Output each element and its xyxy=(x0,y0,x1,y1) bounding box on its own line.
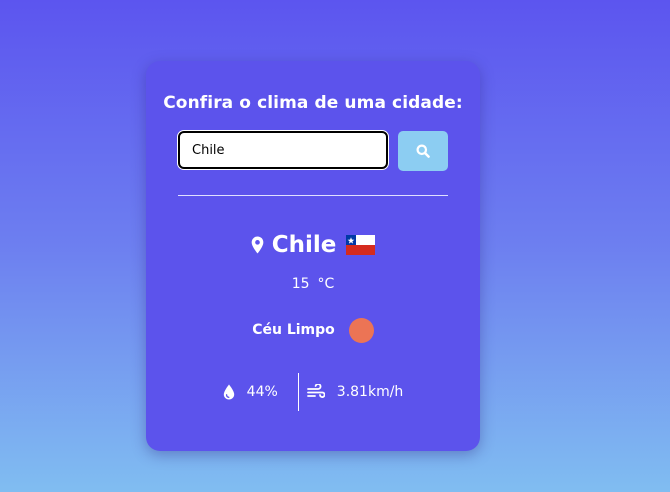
humidity: 44% xyxy=(223,384,278,400)
search-icon xyxy=(416,144,430,158)
location-pin-icon xyxy=(251,236,264,254)
city-name: Chile xyxy=(271,232,337,258)
details-row: 44% 3.81km/h xyxy=(146,373,480,411)
weather-card: Confira o clima de uma cidade: Chile 15 °… xyxy=(146,61,480,451)
city-row: Chile xyxy=(146,229,480,261)
water-drop-icon xyxy=(223,384,234,400)
weather-description: Céu Limpo xyxy=(252,322,335,338)
search-button[interactable] xyxy=(398,131,448,171)
description-row: Céu Limpo xyxy=(146,317,480,343)
sun-icon xyxy=(348,317,374,343)
wind: 3.81km/h xyxy=(306,384,404,400)
wind-value: 3.81km/h xyxy=(336,384,404,400)
temperature: 15 °C xyxy=(146,276,480,292)
card-title: Confira o clima de uma cidade: xyxy=(163,93,463,113)
temperature-unit: °C xyxy=(317,276,335,292)
chile-flag-icon xyxy=(346,235,376,255)
divider xyxy=(178,195,448,196)
city-search-input[interactable] xyxy=(178,131,388,169)
details-divider xyxy=(297,373,299,411)
temperature-value: 15 xyxy=(291,276,310,292)
wind-icon xyxy=(306,384,325,398)
humidity-value: 44% xyxy=(246,384,278,400)
